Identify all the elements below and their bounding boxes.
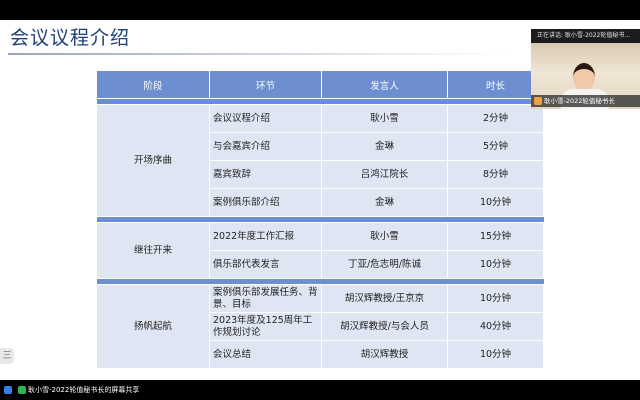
speaker-cell: 丁亚/危志明/陈诚 xyxy=(321,250,448,279)
duration-cell: 5分钟 xyxy=(447,132,544,161)
top-bar xyxy=(0,0,640,20)
duration-cell: 10分钟 xyxy=(447,188,544,217)
duration-cell: 15分钟 xyxy=(447,222,544,251)
item-cell: 案例俱乐部介绍 xyxy=(209,188,322,217)
item-cell: 2022年度工作汇报 xyxy=(209,222,322,251)
duration-cell: 8分钟 xyxy=(447,160,544,189)
item-cell: 与会嘉宾介绍 xyxy=(209,132,322,161)
header-speaker: 发言人 xyxy=(321,70,448,99)
screen-share-label: 耿小雪-2022轮值秘书长的屏幕共享 xyxy=(28,386,140,394)
presenter-head xyxy=(573,63,595,91)
speaker-cell: 金琳 xyxy=(321,188,448,217)
side-panel-toggle[interactable]: 三 xyxy=(0,348,14,364)
table-header-row: 阶段 环节 发言人 时长 xyxy=(96,70,544,99)
presenter-video-tile[interactable]: 正在讲话: 耿小雪-2022轮值秘书... 耿小雪-2022轮值秘书长 xyxy=(531,29,640,109)
duration-cell: 2分钟 xyxy=(447,104,544,133)
speaker-cell: 吕鸿江院长 xyxy=(321,160,448,189)
table-row: 开场序曲 会议议程介绍 耿小雪 2分钟 xyxy=(96,104,544,217)
duration-cell: 10分钟 xyxy=(447,250,544,279)
item-cell: 俱乐部代表发言 xyxy=(209,250,322,279)
item-cell: 会议议程介绍 xyxy=(209,104,322,133)
speaker-cell: 胡汉辉教授 xyxy=(321,340,448,369)
speaker-cell: 胡汉辉教授/王京京 xyxy=(321,284,448,313)
phase-cell: 继往开来 xyxy=(96,222,210,279)
microphone-icon xyxy=(534,97,542,105)
speaker-cell: 胡汉辉教授/与会人员 xyxy=(321,312,448,341)
item-cell: 案例俱乐部发展任务、背景、目标 xyxy=(209,284,322,313)
item-cell: 2023年度及125周年工作规划讨论 xyxy=(209,312,322,341)
speaker-cell: 耿小雪 xyxy=(321,222,448,251)
speaker-cell: 金琳 xyxy=(321,132,448,161)
item-cell: 会议总结 xyxy=(209,340,322,369)
screen-share-bar: 耿小雪-2022轮值秘书长的屏幕共享 xyxy=(0,380,640,400)
screen-share-icon xyxy=(4,386,12,394)
duration-cell: 10分钟 xyxy=(447,340,544,369)
phase-cell: 扬帆起航 xyxy=(96,284,210,369)
agenda-table: 阶段 环节 发言人 时长 开场序曲 会议议程介绍 耿小雪 2分钟 与会嘉宾介绍 … xyxy=(96,70,544,369)
microphone-icon xyxy=(18,386,26,394)
phase-cell: 开场序曲 xyxy=(96,104,210,217)
header-phase: 阶段 xyxy=(96,70,210,99)
item-cell: 嘉宾致辞 xyxy=(209,160,322,189)
slide-title: 会议议程介绍 xyxy=(10,27,131,49)
speaking-status-text: 正在讲话: 耿小雪-2022轮值秘书... xyxy=(537,32,631,39)
speaking-status: 正在讲话: 耿小雪-2022轮值秘书... xyxy=(531,29,640,43)
speaker-cell: 耿小雪 xyxy=(321,104,448,133)
table-row: 继往开来 2022年度工作汇报 耿小雪 15分钟 xyxy=(96,222,544,279)
header-item: 环节 xyxy=(209,70,322,99)
duration-cell: 10分钟 xyxy=(447,284,544,313)
duration-cell: 40分钟 xyxy=(447,312,544,341)
presenter-name: 耿小雪-2022轮值秘书长 xyxy=(544,97,615,105)
header-duration: 时长 xyxy=(447,70,544,99)
table-row: 扬帆起航 案例俱乐部发展任务、背景、目标 胡汉辉教授/王京京 10分钟 xyxy=(96,284,544,369)
title-divider xyxy=(8,53,508,55)
menu-icon: 三 xyxy=(2,351,12,361)
presenter-name-tag: 耿小雪-2022轮值秘书长 xyxy=(531,95,640,107)
